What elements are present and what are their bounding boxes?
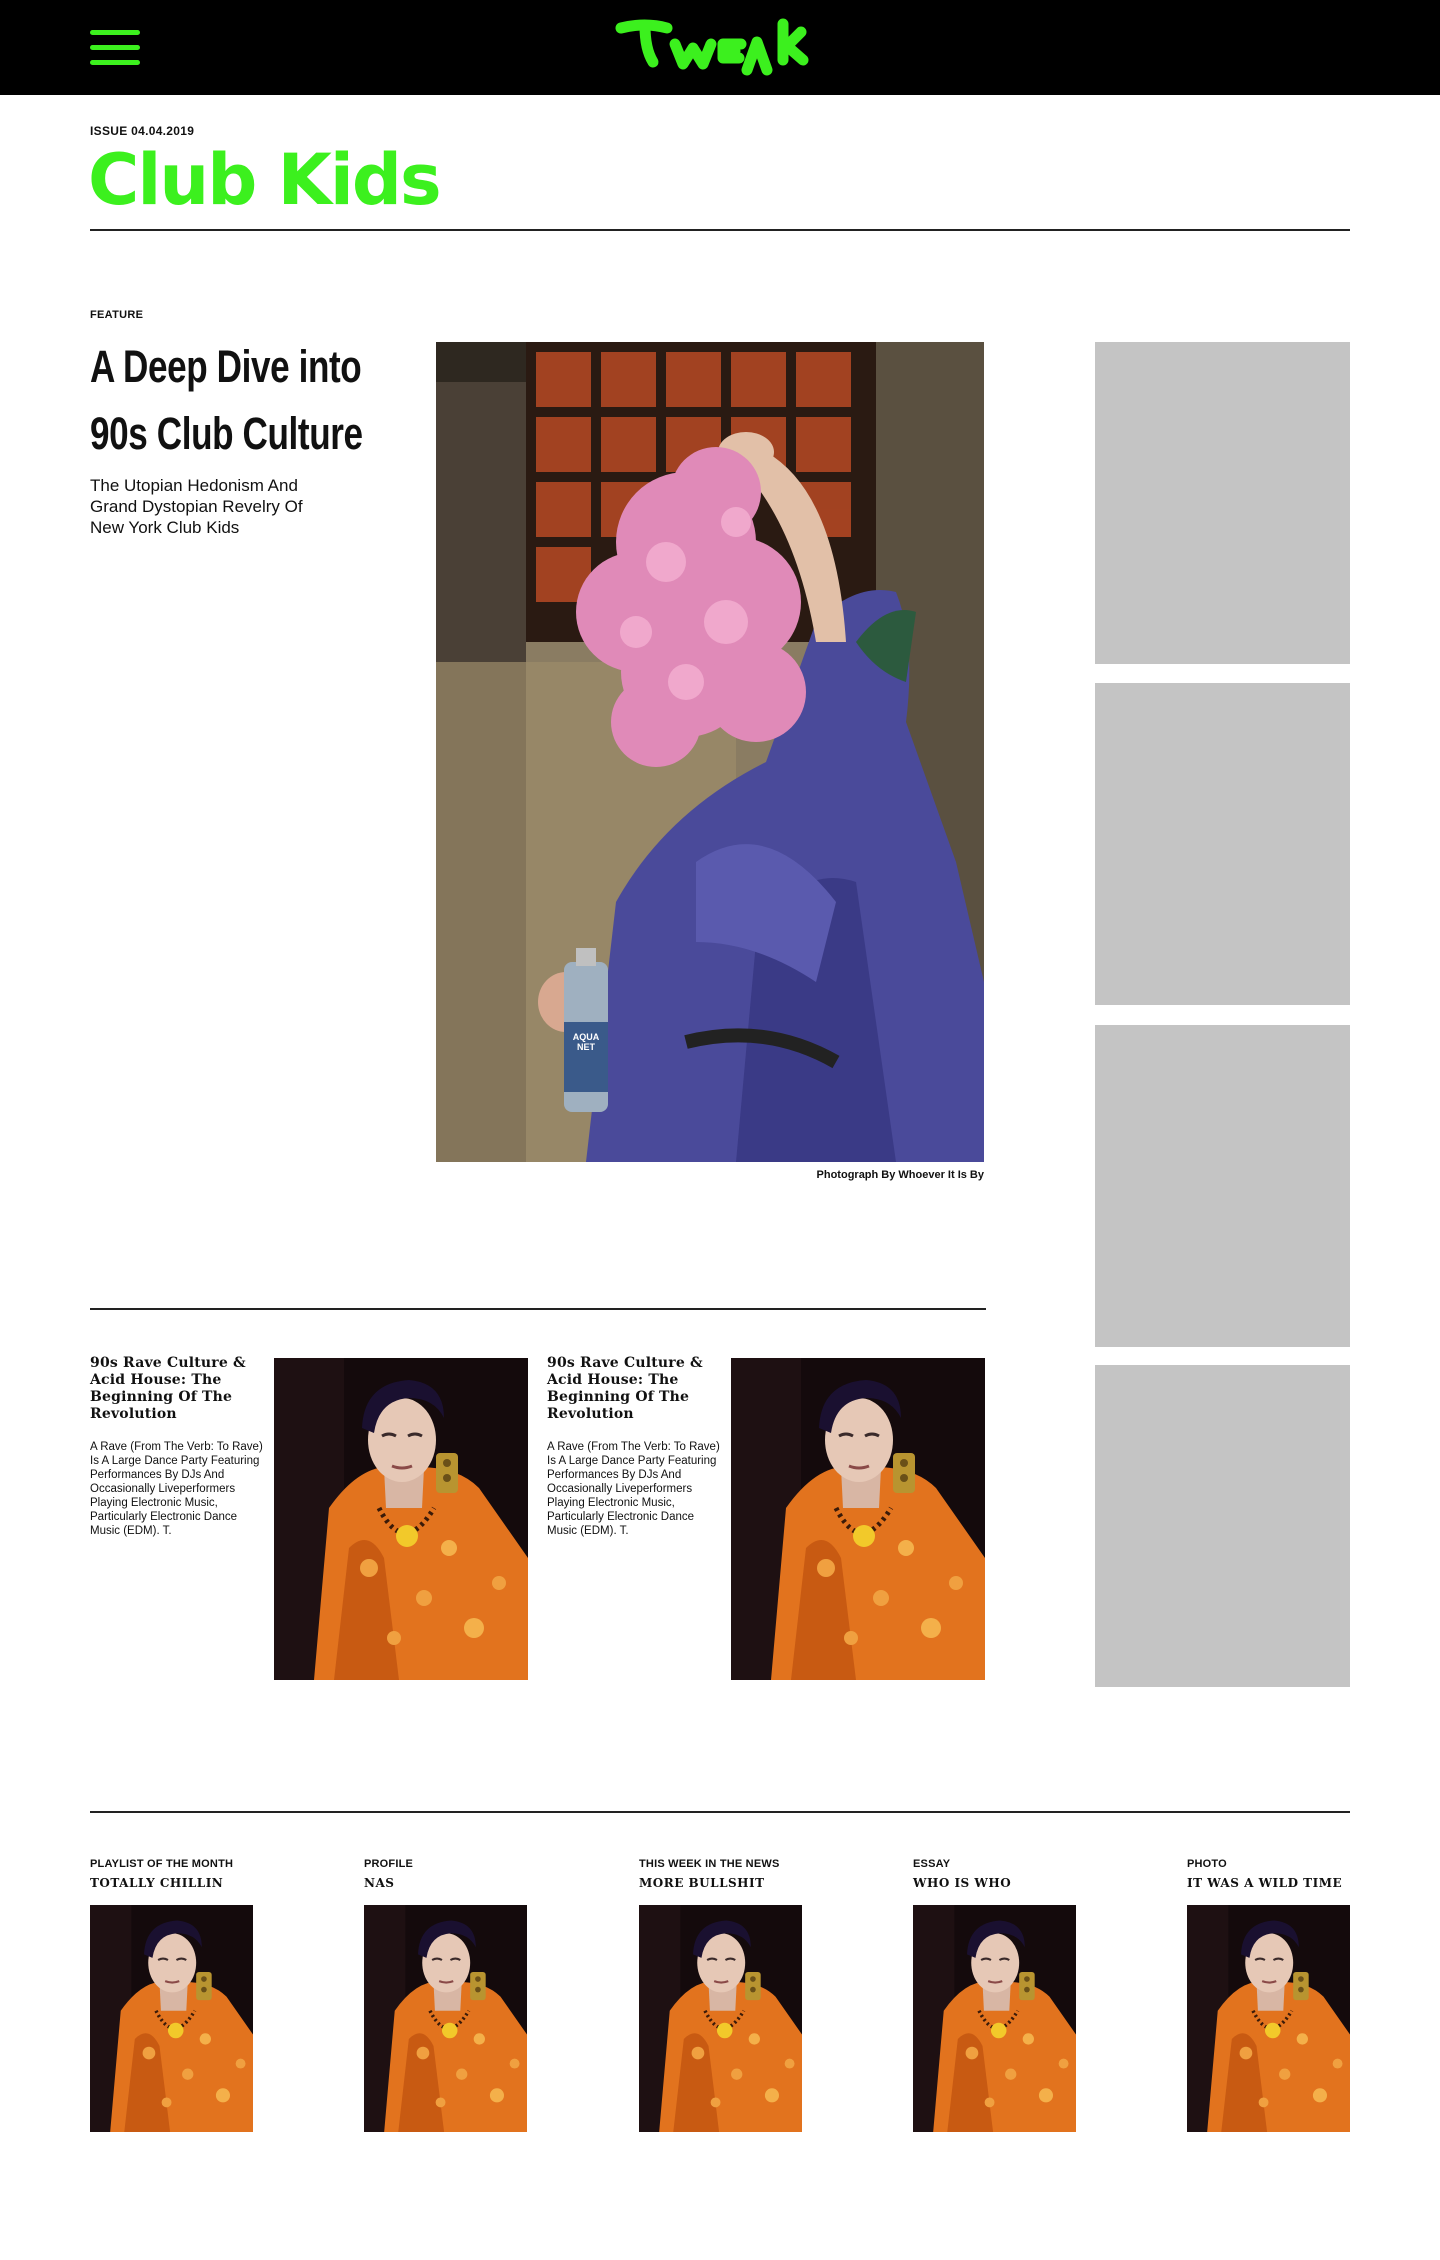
story-title[interactable]: 90s Rave Culture & Acid House: The Begin… (90, 1355, 260, 1423)
story-title[interactable]: 90s Rave Culture & Acid House: The Begin… (547, 1355, 717, 1423)
feature-image[interactable]: AQUA NET (436, 342, 984, 1162)
category-image[interactable] (1187, 1905, 1350, 2132)
category-title[interactable]: MORE BULLSHIT (639, 1876, 765, 1890)
category-image[interactable] (364, 1905, 527, 2132)
category-label: ESSAY (913, 1858, 951, 1870)
spray-can-label: AQUA NET (572, 1032, 600, 1052)
feature-title[interactable]: A Deep Dive into 90s Club Culture (90, 333, 386, 467)
category-title[interactable]: WHO IS WHO (913, 1876, 1011, 1890)
story-image[interactable] (731, 1358, 985, 1680)
hamburger-menu-icon[interactable] (90, 30, 140, 66)
ad-slot[interactable] (1095, 1025, 1350, 1347)
category-title[interactable]: NAS (364, 1876, 394, 1890)
issue-date: ISSUE 04.04.2019 (90, 124, 195, 138)
ad-slot[interactable] (1095, 342, 1350, 664)
category-image[interactable] (90, 1905, 253, 2132)
feature-title-line2[interactable]: 90s Club Culture (90, 400, 386, 467)
divider (90, 1308, 986, 1310)
image-caption: Photograph By Whoever It Is By (816, 1169, 984, 1181)
category-label: PHOTO (1187, 1858, 1227, 1870)
category-title[interactable]: TOTALLY CHILLIN (90, 1876, 223, 1890)
story-description: A Rave (From The Verb: To Rave) Is A Lar… (90, 1441, 263, 1537)
page-title: Club Kids (88, 139, 442, 221)
ad-slot[interactable] (1095, 683, 1350, 1005)
top-navbar (0, 0, 1440, 95)
story-description: A Rave (From The Verb: To Rave) Is A Lar… (547, 1441, 720, 1537)
divider (90, 1811, 1350, 1813)
story-image[interactable] (274, 1358, 528, 1680)
divider (90, 229, 1350, 231)
feature-subtitle: The Utopian Hedonism And Grand Dystopian… (90, 476, 303, 537)
category-label: THIS WEEK IN THE NEWS (639, 1858, 780, 1870)
ad-slot[interactable] (1095, 1365, 1350, 1687)
category-label: PLAYLIST OF THE MONTH (90, 1858, 234, 1870)
tweak-logo[interactable] (615, 14, 815, 80)
category-title[interactable]: IT WAS A WILD TIME (1187, 1876, 1342, 1890)
category-label: PROFILE (364, 1858, 414, 1870)
category-image[interactable] (913, 1905, 1076, 2132)
feature-title-line1[interactable]: A Deep Dive into (90, 333, 386, 400)
category-image[interactable] (639, 1905, 802, 2132)
feature-tag: FEATURE (90, 309, 144, 321)
